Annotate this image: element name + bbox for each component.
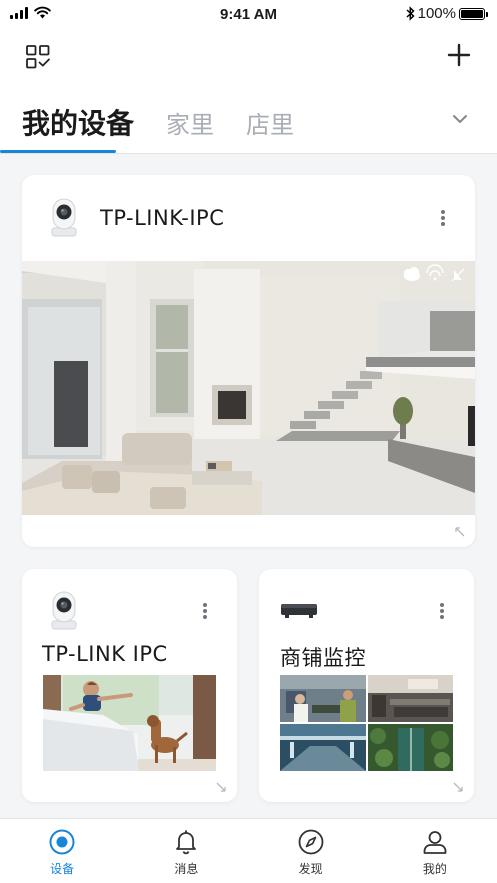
- camera-view-2: [368, 675, 453, 722]
- group-tabs: 我的设备 家里 店里: [22, 102, 326, 142]
- compass-icon: [298, 829, 324, 855]
- child-and-dog-image: [43, 675, 216, 771]
- nav-label: 发现: [298, 862, 323, 876]
- nav-item-discover[interactable]: 发现: [249, 819, 373, 883]
- battery-percent: 100%: [417, 5, 456, 22]
- nav-label: 我的: [422, 862, 447, 876]
- camera-preview[interactable]: [22, 261, 475, 515]
- living-room-image: [22, 261, 475, 515]
- camera-view-4: [368, 724, 453, 771]
- header: 我的设备 家里 店里: [0, 30, 497, 154]
- more-options-button[interactable]: [438, 208, 448, 228]
- add-device-button[interactable]: [446, 42, 472, 68]
- tab-my-devices[interactable]: 我的设备: [22, 102, 134, 142]
- camera-view-1: [280, 675, 366, 722]
- device-icon: [49, 829, 75, 855]
- bluetooth-icon: [406, 6, 415, 21]
- device-card-ipc[interactable]: TP-LINK IPC: [22, 569, 237, 802]
- device-card-main[interactable]: TP-LINK-IPC: [22, 175, 475, 547]
- more-options-button[interactable]: [437, 601, 447, 621]
- tab-home[interactable]: 家里: [166, 105, 214, 140]
- camera-device-icon: [51, 591, 77, 630]
- device-card-shop[interactable]: 商铺监控: [259, 569, 474, 802]
- battery-icon: [459, 7, 488, 20]
- plus-icon: [447, 43, 471, 67]
- user-icon: [423, 831, 447, 854]
- status-bar: 9:41 AM 100%: [0, 0, 497, 30]
- more-options-button[interactable]: [200, 601, 210, 621]
- grid-check-icon: [26, 45, 50, 69]
- bottom-nav: 设备 消息 发现 我的: [0, 818, 497, 883]
- camera-view-3: [280, 724, 366, 771]
- multi-camera-preview[interactable]: [280, 675, 453, 771]
- nav-label: 设备: [50, 862, 75, 876]
- expand-icon[interactable]: [216, 782, 226, 792]
- nvr-device-icon: [281, 604, 317, 618]
- bell-icon: [176, 830, 197, 855]
- camera-preview[interactable]: [43, 675, 216, 771]
- nav-label: 消息: [174, 862, 199, 876]
- device-name: TP-LINK IPC: [42, 642, 168, 666]
- nav-item-messages[interactable]: 消息: [124, 819, 248, 883]
- camera-device-icon: [51, 198, 77, 237]
- chevron-down-icon: [453, 115, 467, 123]
- expand-icon[interactable]: [455, 527, 465, 537]
- nav-item-profile[interactable]: 我的: [373, 819, 497, 883]
- active-tab-indicator: [0, 150, 116, 153]
- tab-dropdown-button[interactable]: [451, 110, 469, 123]
- tab-shop[interactable]: 店里: [246, 105, 294, 140]
- nav-item-devices[interactable]: 设备: [0, 819, 124, 883]
- device-name: 商铺监控: [280, 646, 366, 670]
- device-name: TP-LINK-IPC: [100, 206, 225, 230]
- scan-button[interactable]: [25, 44, 51, 70]
- expand-icon[interactable]: [453, 782, 463, 792]
- status-right: 100%: [406, 5, 488, 22]
